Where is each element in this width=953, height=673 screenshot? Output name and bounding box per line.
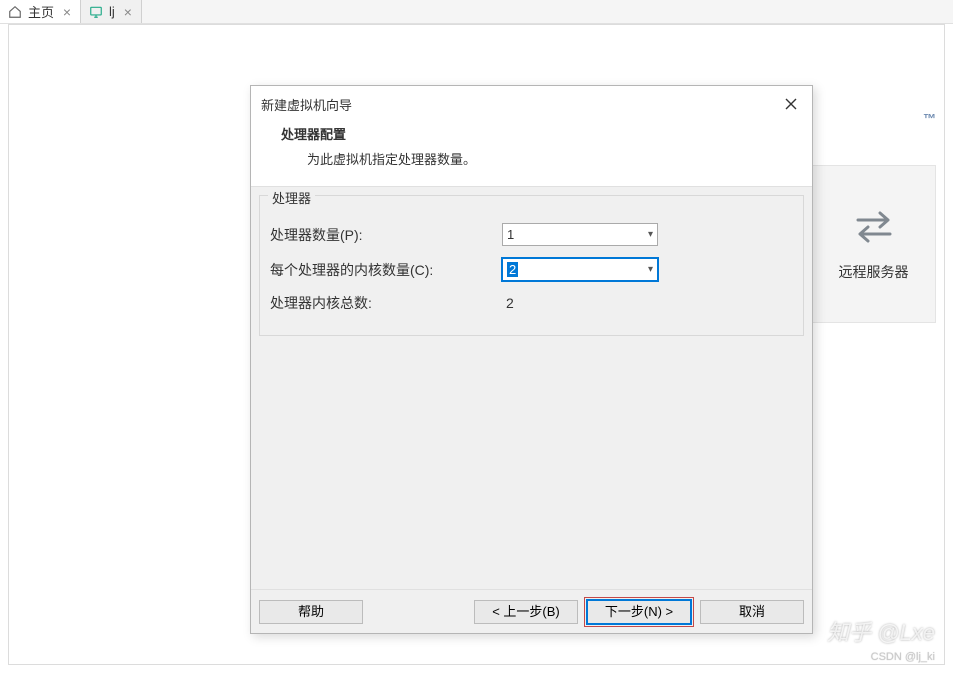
next-button-highlight: 下一步(N) >: [584, 597, 694, 627]
remote-server-card[interactable]: 远程服务器: [811, 165, 936, 323]
dialog-title-bar: 新建虚拟机向导: [251, 86, 812, 122]
select-value: 1: [507, 227, 514, 242]
tab-bar: 主页 × lj ×: [0, 0, 953, 24]
dialog-body: 处理器 处理器数量(P): 1 ▾ 每个处理器的内核数量(C): 2 ▾: [251, 187, 812, 589]
select-value: 2: [507, 262, 518, 277]
close-icon[interactable]: [780, 93, 802, 115]
tab-label: 主页: [28, 2, 54, 21]
row-total-cores: 处理器内核总数: 2: [268, 287, 795, 319]
row-processor-count: 处理器数量(P): 1 ▾: [268, 217, 795, 252]
dialog-button-bar: 帮助 < 上一步(B) 下一步(N) > 取消: [251, 589, 812, 633]
processors-group: 处理器 处理器数量(P): 1 ▾ 每个处理器的内核数量(C): 2 ▾: [259, 195, 804, 336]
group-title: 处理器: [268, 188, 315, 207]
cancel-button[interactable]: 取消: [700, 600, 804, 624]
tab-home[interactable]: 主页 ×: [0, 0, 81, 23]
new-vm-wizard-dialog: 新建虚拟机向导 处理器配置 为此虚拟机指定处理器数量。 处理器 处理器数量(P)…: [250, 85, 813, 634]
processor-count-select[interactable]: 1 ▾: [502, 223, 658, 246]
total-cores-label: 处理器内核总数:: [268, 293, 502, 313]
dialog-header: 处理器配置 为此虚拟机指定处理器数量。: [251, 122, 812, 187]
chevron-down-icon: ▾: [648, 229, 653, 240]
home-icon: [8, 5, 22, 19]
chevron-down-icon: ▾: [648, 264, 653, 275]
close-icon[interactable]: ×: [121, 5, 135, 19]
cores-per-processor-select[interactable]: 2 ▾: [502, 258, 658, 281]
brand-mark: ™: [923, 111, 936, 126]
tab-vm[interactable]: lj ×: [81, 0, 142, 23]
next-button[interactable]: 下一步(N) >: [587, 600, 691, 624]
watermark-csdn: CSDN @lj_ki: [871, 651, 935, 663]
dialog-header-title: 处理器配置: [281, 124, 796, 143]
connect-remote-icon: [850, 207, 898, 250]
row-cores-per-processor: 每个处理器的内核数量(C): 2 ▾: [268, 252, 795, 287]
watermark-zhihu: 知乎 @Lxe: [827, 615, 935, 647]
processor-count-label: 处理器数量(P):: [268, 225, 502, 245]
cores-per-processor-label: 每个处理器的内核数量(C):: [268, 260, 502, 280]
remote-server-label: 远程服务器: [839, 262, 909, 282]
help-button[interactable]: 帮助: [259, 600, 363, 624]
total-cores-value: 2: [502, 295, 514, 311]
back-button[interactable]: < 上一步(B): [474, 600, 578, 624]
dialog-title: 新建虚拟机向导: [261, 95, 780, 114]
close-icon[interactable]: ×: [60, 5, 74, 19]
vm-icon: [89, 5, 103, 19]
tab-label: lj: [109, 4, 115, 19]
dialog-header-desc: 为此虚拟机指定处理器数量。: [281, 149, 796, 168]
